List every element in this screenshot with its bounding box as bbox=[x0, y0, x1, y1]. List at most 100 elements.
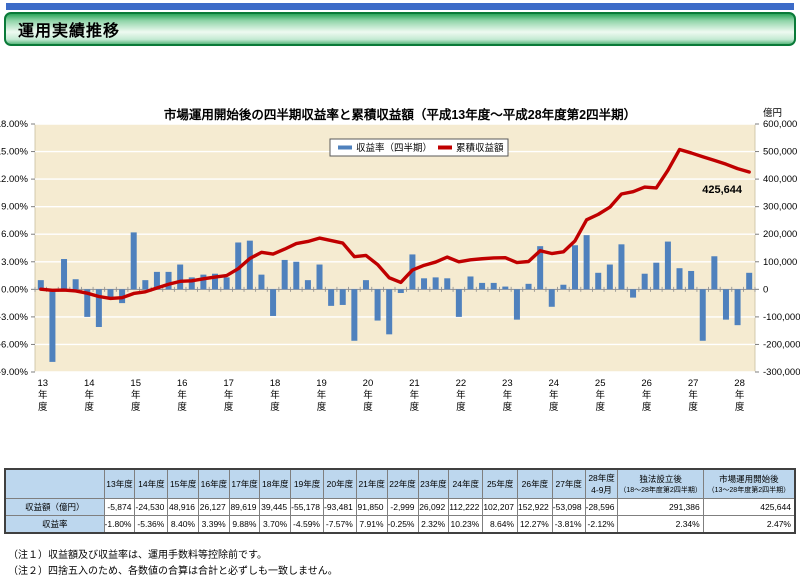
table-value-cell: -7.57% bbox=[323, 516, 356, 534]
table-value-cell: 89,619 bbox=[229, 499, 260, 516]
quarterly-return-bar bbox=[224, 277, 230, 289]
quarterly-return-bar bbox=[560, 285, 566, 290]
x-axis-year-label: 14年度 bbox=[84, 378, 95, 413]
right-axis-label: -200,000 bbox=[763, 339, 800, 350]
x-axis-year-label: 27年度 bbox=[688, 378, 699, 413]
performance-table: 13年度14年度15年度16年度17年度18年度19年度20年度21年度22年度… bbox=[4, 468, 796, 534]
table-row: 収益額（億円）-5,874-24,53048,91626,12789,61939… bbox=[5, 499, 795, 516]
quarterly-return-bar bbox=[607, 265, 613, 290]
table-header: 13年度14年度15年度16年度17年度18年度19年度20年度21年度22年度… bbox=[5, 469, 795, 499]
x-axis-year-label: 20年度 bbox=[363, 378, 374, 413]
legend-bar-swatch bbox=[338, 146, 352, 150]
quarterly-return-bar bbox=[630, 289, 636, 297]
quarterly-return-bar bbox=[711, 256, 717, 289]
table-column-header: 26年度 bbox=[518, 469, 553, 499]
table-column-header: 16年度 bbox=[199, 469, 230, 499]
table-value-cell: 291,386 bbox=[618, 499, 703, 516]
quarterly-return-bar bbox=[142, 280, 148, 289]
x-axis-year-label: 28年度 bbox=[734, 378, 745, 413]
table-value-cell: 425,644 bbox=[703, 499, 795, 516]
page-title: 運用実績推移 bbox=[18, 23, 120, 40]
quarterly-return-bar bbox=[131, 232, 137, 289]
quarterly-return-bar bbox=[665, 242, 671, 290]
x-axis-year-label: 21年度 bbox=[409, 378, 420, 413]
quarterly-return-bar bbox=[514, 289, 520, 319]
table-value-cell: -24,530 bbox=[135, 499, 168, 516]
quarterly-return-bar bbox=[421, 278, 427, 289]
quarterly-return-bar bbox=[688, 271, 694, 289]
quarterly-return-bar bbox=[595, 273, 601, 290]
table-column-header: 22年度 bbox=[387, 469, 418, 499]
table-column-header: 15年度 bbox=[168, 469, 199, 499]
chart-area: 市場運用開始後の四半期収益率と累積収益額（平成13年度～平成28年度第2四半期）… bbox=[0, 96, 800, 432]
quarterly-return-bar bbox=[526, 284, 532, 290]
quarterly-return-bar bbox=[166, 272, 172, 289]
table-value-cell: 8.40% bbox=[168, 516, 199, 534]
table-column-header: 17年度 bbox=[229, 469, 260, 499]
table-column-header: 23年度 bbox=[418, 469, 449, 499]
x-axis-year-label: 15年度 bbox=[130, 378, 141, 413]
table-value-cell: 102,207 bbox=[483, 499, 518, 516]
quarterly-return-bar bbox=[735, 289, 741, 325]
quarterly-return-bar bbox=[177, 265, 183, 290]
left-axis-label: 9.00% bbox=[1, 202, 28, 213]
quarterly-return-bar bbox=[317, 265, 323, 290]
table-column-header: 21年度 bbox=[356, 469, 387, 499]
table-column-header: 13年度 bbox=[104, 469, 135, 499]
table-value-cell: -5.36% bbox=[135, 516, 168, 534]
legend-label-cumulative: 累積収益額 bbox=[456, 142, 504, 154]
quarterly-return-bar bbox=[293, 262, 299, 290]
table-value-cell: 26,127 bbox=[199, 499, 230, 516]
table-column-header: 20年度 bbox=[323, 469, 356, 499]
table-column-header: 18年度 bbox=[260, 469, 291, 499]
left-axis-label: 18.00% bbox=[0, 119, 29, 130]
quarterly-return-bar bbox=[618, 244, 624, 289]
quarterly-return-bar bbox=[479, 283, 485, 289]
quarterly-return-bar bbox=[340, 289, 346, 305]
x-axis-year-label: 17年度 bbox=[223, 378, 234, 413]
table-value-cell: -2,999 bbox=[387, 499, 418, 516]
table-value-cell: 26,092 bbox=[418, 499, 449, 516]
quarterly-return-bar bbox=[491, 283, 497, 289]
quarterly-return-bar bbox=[270, 289, 276, 316]
plot-background bbox=[35, 124, 755, 372]
quarterly-return-bar bbox=[572, 245, 578, 289]
left-axis-label: 15.00% bbox=[0, 147, 29, 158]
x-axis-year-label: 22年度 bbox=[456, 378, 467, 413]
table-value-cell: 39,445 bbox=[260, 499, 291, 516]
footnote-2: （注２）四捨五入のため、各数値の合算は合計と必ずしも一致しません。 bbox=[8, 564, 792, 580]
table-value-cell: 152,922 bbox=[518, 499, 553, 516]
table-value-cell: -53,098 bbox=[552, 499, 585, 516]
footnote-1: （注１）収益額及び収益率は、運用手数料等控除前です。 bbox=[8, 548, 792, 564]
chart-legend: 収益率（四半期） 累積収益額 bbox=[330, 139, 508, 156]
right-axis-unit-label: 億円 bbox=[763, 107, 782, 119]
quarterly-return-bar bbox=[386, 289, 392, 334]
quarterly-return-bar bbox=[653, 263, 659, 290]
left-axis-label: 3.00% bbox=[1, 257, 28, 268]
left-axis-label: -9.00% bbox=[0, 367, 29, 378]
quarterly-return-bar bbox=[247, 241, 253, 290]
quarterly-return-bar bbox=[363, 280, 369, 289]
left-axis-label: 0.00% bbox=[1, 284, 28, 295]
footnotes: （注１）収益額及び収益率は、運用手数料等控除前です。 （注２）四捨五入のため、各… bbox=[8, 548, 792, 579]
left-axis-label: -6.00% bbox=[0, 339, 29, 350]
quarterly-return-bar bbox=[700, 289, 706, 340]
table-value-cell: -1.80% bbox=[104, 516, 135, 534]
table-value-cell: 12.27% bbox=[518, 516, 553, 534]
x-axis-year-label: 24年度 bbox=[548, 378, 559, 413]
table-value-cell: -28,596 bbox=[585, 499, 618, 516]
left-axis-label: 6.00% bbox=[1, 229, 28, 240]
quarterly-return-bar bbox=[467, 276, 473, 289]
left-axis-label: 12.00% bbox=[0, 174, 29, 185]
right-axis-label: 400,000 bbox=[763, 174, 797, 185]
section-banner: 運用実績推移 bbox=[4, 12, 796, 46]
table-value-cell: 48,916 bbox=[168, 499, 199, 516]
table-column-header: 市場運用開始後（13～28年度第2四半期） bbox=[703, 469, 795, 499]
table-value-cell: 112,222 bbox=[449, 499, 483, 516]
legend-label-returns: 収益率（四半期） bbox=[356, 142, 432, 154]
legend-line-swatch bbox=[438, 146, 452, 150]
quarterly-return-bar bbox=[258, 275, 264, 290]
x-axis-year-label: 23年度 bbox=[502, 378, 513, 413]
x-axis-year-label: 26年度 bbox=[641, 378, 652, 413]
table-value-cell: -2.12% bbox=[585, 516, 618, 534]
